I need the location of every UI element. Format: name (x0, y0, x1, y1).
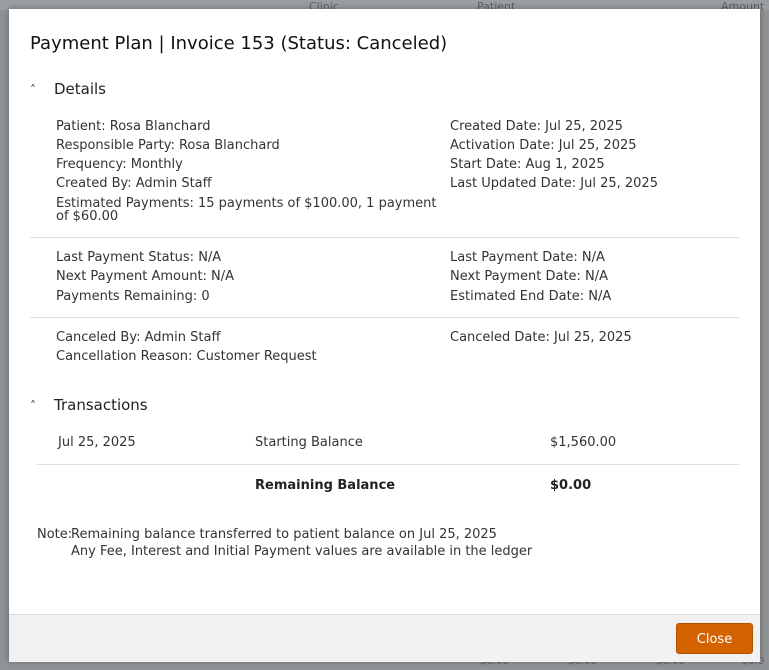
responsible-party-field: Responsible Party: Rosa Blanchard (56, 138, 280, 153)
note-label: Note: (37, 527, 73, 542)
last-updated-date-field: Last Updated Date: Jul 25, 2025 (450, 176, 658, 191)
transactions-heading: Transactions (54, 396, 148, 414)
note-line-2: Any Fee, Interest and Initial Payment va… (71, 544, 533, 559)
patient-field: Patient: Rosa Blanchard (56, 119, 211, 134)
frequency-field: Frequency: Monthly (56, 157, 183, 172)
details-section-toggle[interactable]: ˄ Details (30, 80, 106, 98)
estimated-payments-field: Estimated Payments: 15 payments of $100.… (56, 196, 437, 224)
last-payment-status-field: Last Payment Status: N/A (56, 250, 222, 265)
cancellation-reason-field: Cancellation Reason: Customer Request (56, 349, 317, 364)
payments-remaining-field: Payments Remaining: 0 (56, 289, 210, 304)
start-date-field: Start Date: Aug 1, 2025 (450, 157, 605, 172)
divider (37, 464, 739, 465)
created-by-field: Created By: Admin Staff (56, 176, 212, 191)
dialog-footer (9, 614, 760, 662)
created-date-field: Created Date: Jul 25, 2025 (450, 119, 623, 134)
transaction-amount: $1,560.00 (550, 435, 617, 450)
transaction-date: Jul 25, 2025 (58, 435, 136, 450)
next-payment-amount-field: Next Payment Amount: N/A (56, 269, 235, 284)
transaction-description: Starting Balance (255, 435, 363, 450)
canceled-date-field: Canceled Date: Jul 25, 2025 (450, 330, 632, 345)
divider (30, 317, 739, 318)
details-heading: Details (54, 80, 107, 98)
divider (30, 237, 739, 238)
estimated-end-date-field: Estimated End Date: N/A (450, 289, 612, 304)
payment-plan-dialog: Payment Plan | Invoice 153 (Status: Canc… (9, 9, 760, 662)
remaining-balance-label: Remaining Balance (255, 478, 396, 493)
activation-date-field: Activation Date: Jul 25, 2025 (450, 138, 637, 153)
last-payment-date-field: Last Payment Date: N/A (450, 250, 605, 265)
remaining-balance-amount: $0.00 (550, 478, 592, 493)
canceled-by-field: Canceled By: Admin Staff (56, 330, 221, 345)
next-payment-date-field: Next Payment Date: N/A (450, 269, 609, 284)
close-button[interactable]: Close (676, 623, 753, 654)
dialog-title: Payment Plan | Invoice 153 (Status: Canc… (30, 33, 448, 54)
note-line-1: Remaining balance transferred to patient… (71, 527, 497, 542)
chevron-up-icon: ˄ (30, 399, 36, 413)
chevron-up-icon: ˄ (30, 83, 36, 97)
transactions-section-toggle[interactable]: ˄ Transactions (30, 396, 148, 414)
